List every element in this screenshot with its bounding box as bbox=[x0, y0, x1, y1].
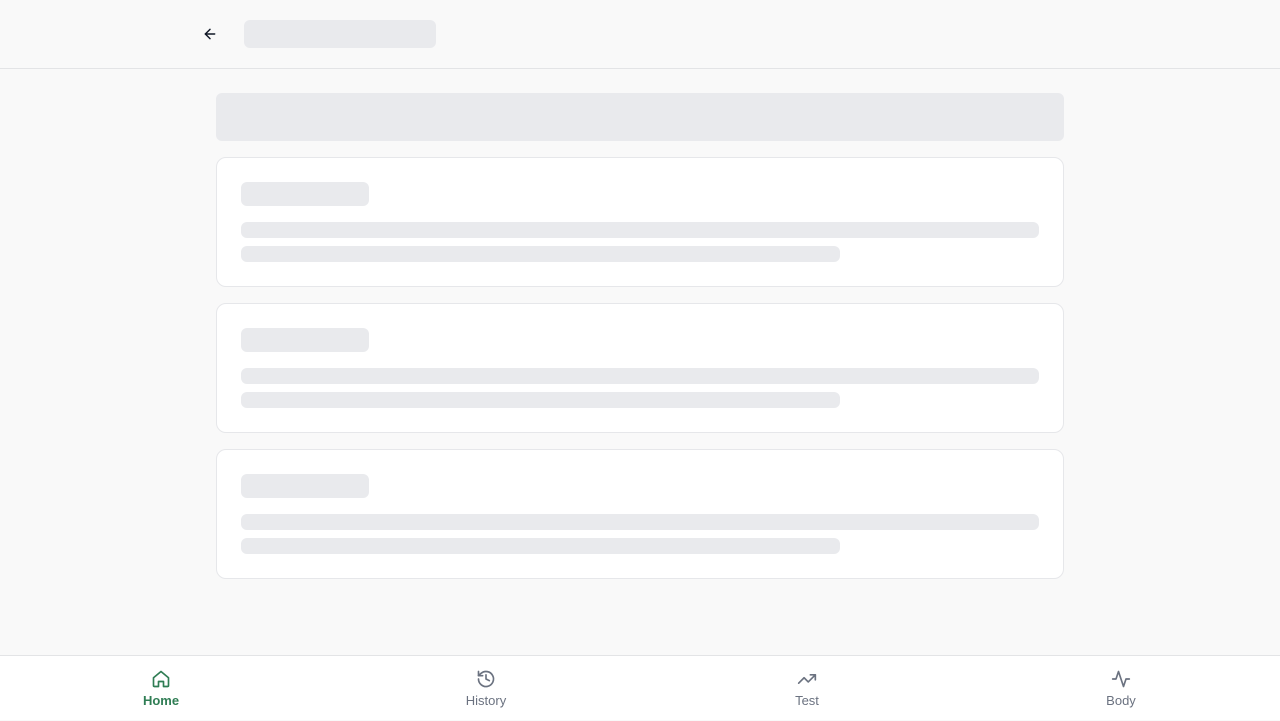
card-text-line-skeleton bbox=[241, 368, 1039, 384]
bottom-navigation: Home History Test Body bbox=[0, 655, 1280, 720]
activity-icon bbox=[1111, 670, 1131, 687]
nav-item-home[interactable]: Home bbox=[121, 656, 201, 721]
top-header bbox=[0, 0, 1280, 69]
card-text-line-skeleton bbox=[241, 538, 840, 554]
card-skeleton bbox=[216, 449, 1064, 579]
card-text-line-skeleton bbox=[241, 222, 1039, 238]
nav-label: Home bbox=[142, 692, 180, 708]
back-button[interactable] bbox=[196, 20, 224, 48]
nav-item-test[interactable]: Test bbox=[767, 656, 847, 721]
card-text-line-skeleton bbox=[241, 514, 1039, 530]
page-title-skeleton bbox=[244, 20, 436, 48]
card-skeleton bbox=[216, 303, 1064, 433]
nav-item-body[interactable]: Body bbox=[1081, 656, 1161, 721]
home-icon bbox=[152, 670, 170, 687]
banner-skeleton bbox=[216, 93, 1064, 141]
trending-up-icon bbox=[797, 673, 817, 684]
arrow-left-icon bbox=[204, 28, 216, 40]
nav-item-history[interactable]: History bbox=[446, 656, 526, 721]
card-skeleton bbox=[216, 157, 1064, 287]
card-heading-skeleton bbox=[241, 328, 369, 352]
card-heading-skeleton bbox=[241, 182, 369, 206]
card-heading-skeleton bbox=[241, 474, 369, 498]
history-icon bbox=[477, 670, 495, 687]
nav-label: Test bbox=[795, 692, 819, 708]
nav-label: History bbox=[465, 692, 507, 708]
card-text-line-skeleton bbox=[241, 246, 840, 262]
card-text-line-skeleton bbox=[241, 392, 840, 408]
nav-label: Body bbox=[1106, 692, 1136, 708]
